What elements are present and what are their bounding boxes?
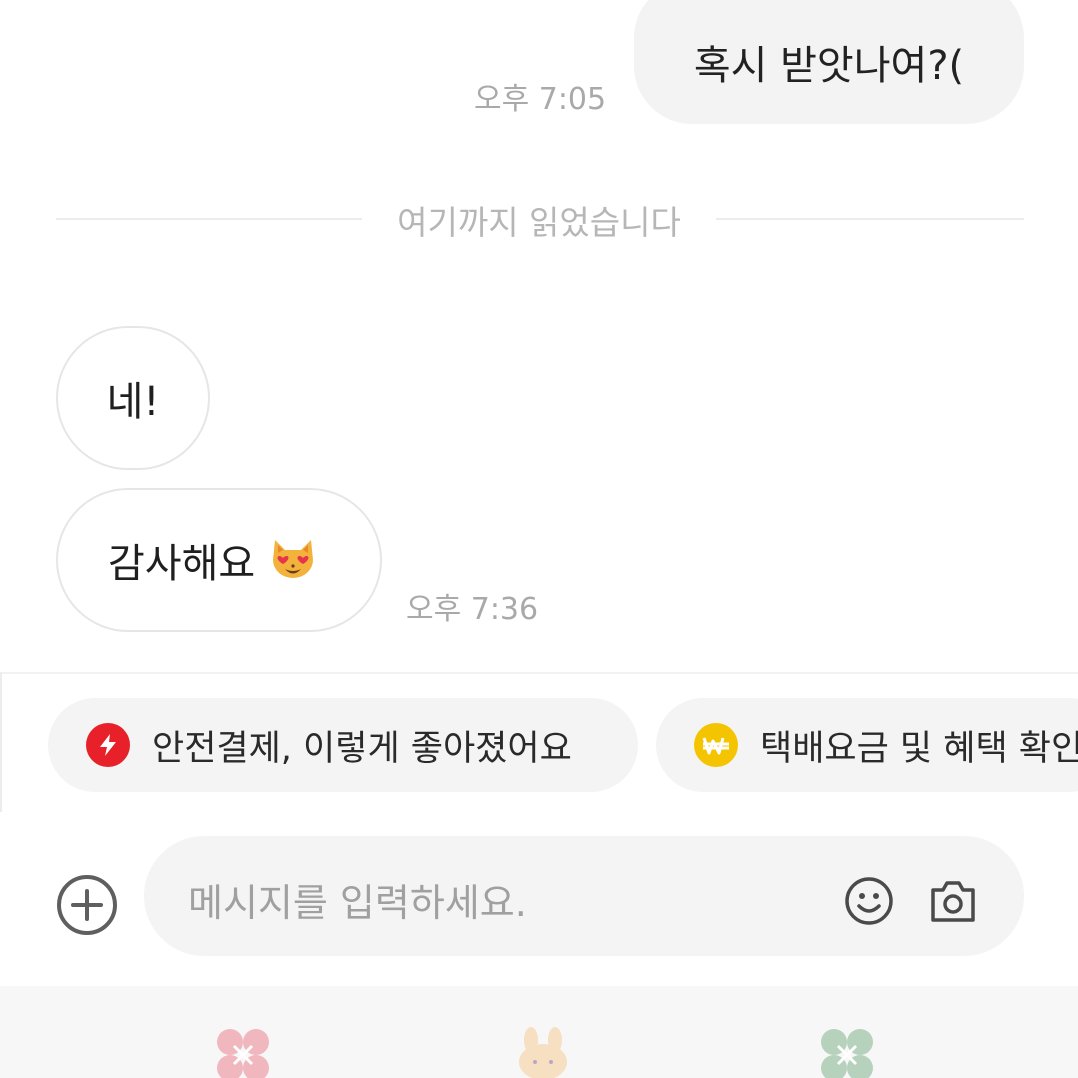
chip-delivery-fee-label: 택배요금 및 혜택 확인 xyxy=(760,728,1078,769)
incoming-message-bubble[interactable]: 감사해요 xyxy=(56,488,382,632)
message-input[interactable]: 메시지를 입력하세요. xyxy=(144,836,1024,956)
incoming-message-bubble[interactable]: 네! xyxy=(56,326,210,470)
message-composer: 메시지를 입력하세요. xyxy=(0,836,1078,956)
quick-chip-bar: 안전결제, 이렇게 좋아졌어요 택배요금 및 혜택 확인 xyxy=(0,672,1078,812)
incoming-message-text: 감사해요 xyxy=(108,541,256,587)
bunny-icon xyxy=(519,1027,567,1078)
lightning-icon xyxy=(86,723,130,767)
camera-button[interactable] xyxy=(928,876,978,926)
incoming-message-text: 네! xyxy=(106,379,160,425)
message-input-placeholder: 메시지를 입력하세요. xyxy=(188,881,527,925)
bottom-decoration-bar xyxy=(0,986,1078,1078)
incoming-message-time: 오후 7:36 xyxy=(406,592,539,627)
chip-safe-payment[interactable]: 안전결제, 이렇게 좋아졌어요 xyxy=(48,698,638,792)
won-coin-icon xyxy=(694,723,738,767)
smiling-cat-heart-eyes-icon xyxy=(273,540,314,578)
add-attachment-button[interactable] xyxy=(56,874,118,936)
outgoing-message-text: 혹시 받앗나여?( xyxy=(693,43,965,89)
green-flower-icon xyxy=(821,1029,873,1078)
chip-delivery-fee[interactable]: 택배요금 및 혜택 확인 xyxy=(656,698,1078,792)
divider-line-right xyxy=(716,218,1024,220)
chip-safe-payment-label: 안전결제, 이렇게 좋아졌어요 xyxy=(152,728,572,769)
read-divider-label: 여기까지 읽었습니다 xyxy=(397,203,681,242)
emoji-button[interactable] xyxy=(844,876,894,926)
pink-flower-icon xyxy=(217,1029,269,1078)
outgoing-message-bubble[interactable]: 혹시 받앗나여?( xyxy=(634,0,1024,124)
divider-line-left xyxy=(56,218,362,220)
outgoing-message-time: 오후 7:05 xyxy=(474,82,607,117)
